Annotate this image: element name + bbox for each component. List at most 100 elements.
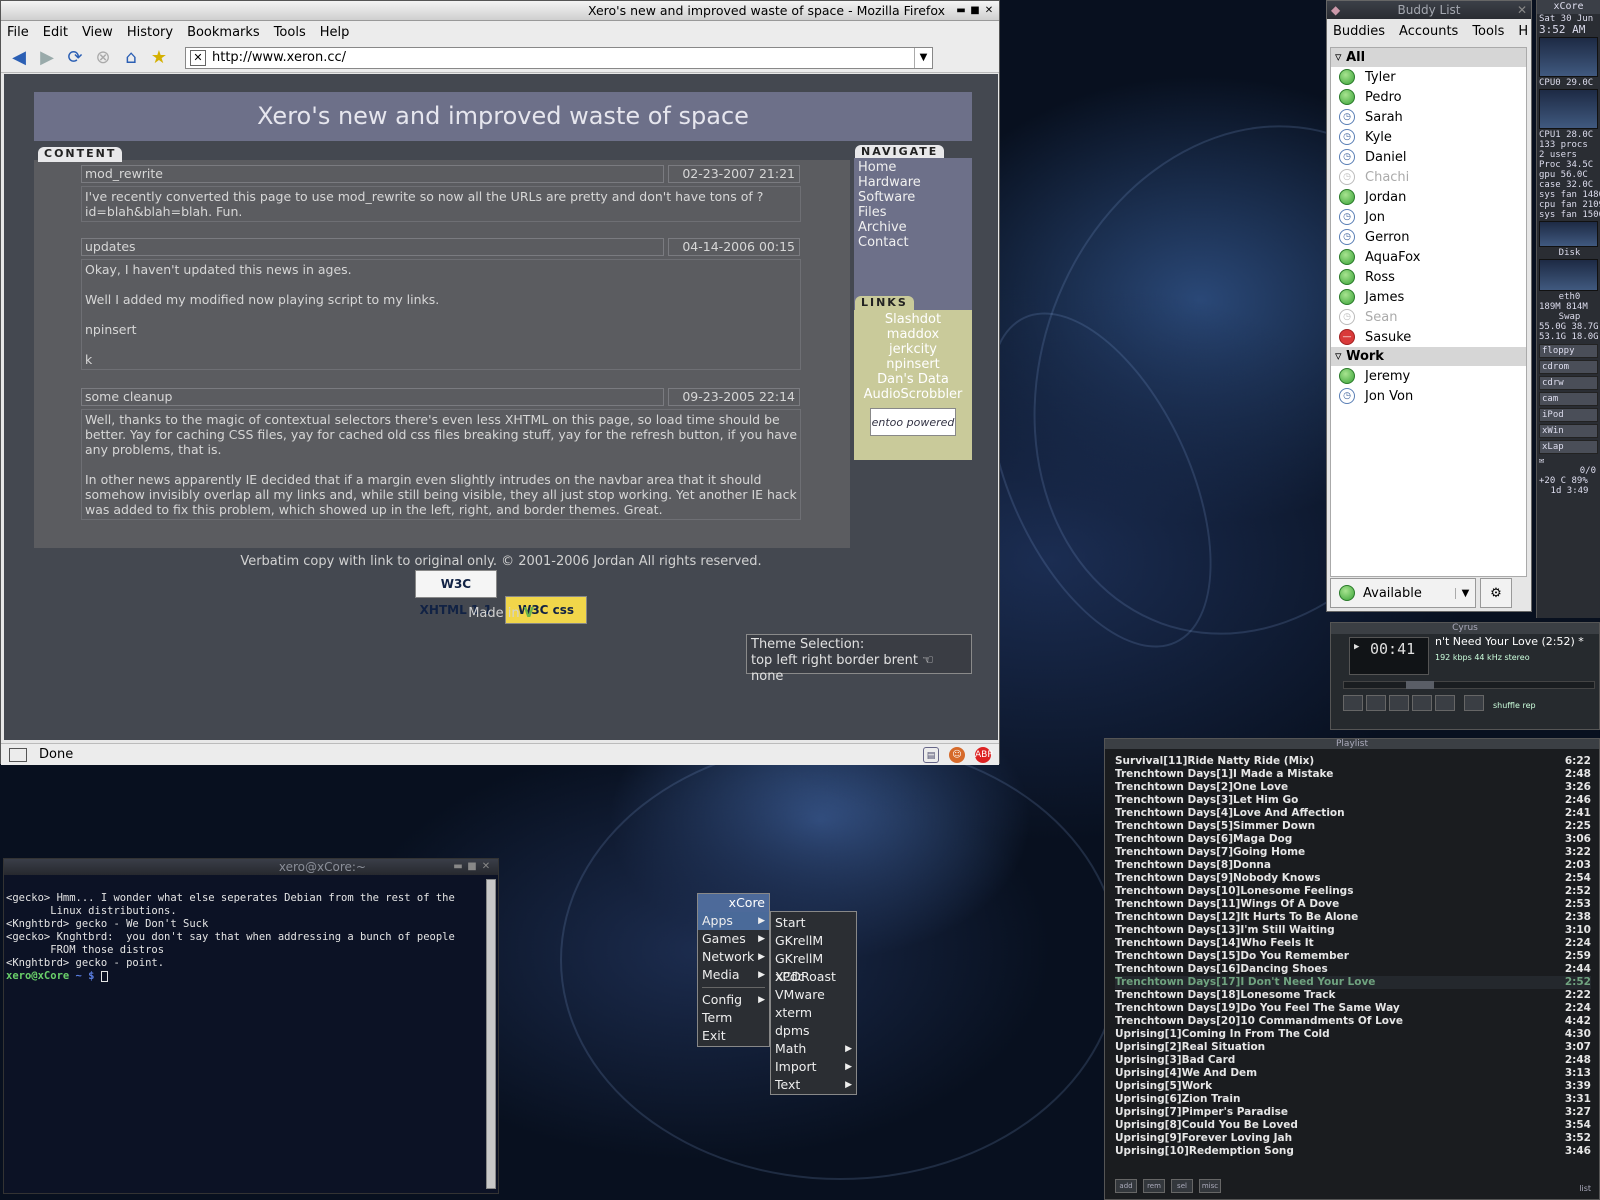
gentoo-badge[interactable]: entoo powered <box>870 408 956 436</box>
menu-help[interactable]: H <box>1518 24 1528 39</box>
theme-none[interactable]: none <box>751 669 783 684</box>
previous-icon[interactable] <box>1343 695 1363 711</box>
buddy-row[interactable]: ◷ Gerron <box>1331 227 1526 247</box>
playlist-track-row[interactable]: Trenchtown Days[13]I'm Still Waiting 3:10 <box>1115 924 1591 937</box>
close-icon[interactable]: ✕ <box>1517 1 1527 19</box>
back-icon[interactable]: ◀ <box>7 47 31 69</box>
theme-options[interactable]: top left right border brent <box>751 653 918 668</box>
mount-cam-button[interactable]: cam <box>1539 392 1598 406</box>
menu-buddies[interactable]: Buddies <box>1333 24 1385 39</box>
url-bar[interactable]: ✕ ▼ <box>185 46 933 69</box>
play-icon[interactable] <box>1366 695 1386 711</box>
buddy-row[interactable]: ◷ Chachi <box>1331 167 1526 187</box>
playlist-track-row[interactable]: Trenchtown Days[4]Love And Affection 2:41 <box>1115 807 1591 820</box>
submenu-item-xterm[interactable]: xterm <box>771 1004 856 1022</box>
nav-link-contact[interactable]: Contact <box>854 235 972 250</box>
menu-bookmarks[interactable]: Bookmarks <box>187 25 260 40</box>
url-input[interactable] <box>212 50 914 65</box>
status-selector[interactable]: Available ▼ <box>1330 578 1476 608</box>
adblock-icon[interactable]: ABP <box>975 746 993 763</box>
submenu-item-xcdroast[interactable]: XCDRoast <box>771 968 856 986</box>
menu-history[interactable]: History <box>127 25 173 40</box>
playlist-track-row[interactable]: Trenchtown Days[14]Who Feels It 2:24 <box>1115 937 1591 950</box>
playlist-misc-button[interactable]: misc <box>1199 1179 1221 1193</box>
playlist-select-button[interactable]: sel <box>1171 1179 1193 1193</box>
buddy-row[interactable]: Tyler <box>1331 67 1526 87</box>
greasemonkey-icon[interactable]: ☺ <box>949 746 965 763</box>
menu-item-network[interactable]: Network ▶ <box>698 948 769 966</box>
playlist-track-row[interactable]: Trenchtown Days[7]Going Home 3:22 <box>1115 846 1591 859</box>
next-icon[interactable] <box>1435 695 1455 711</box>
playlist-track-row[interactable]: Trenchtown Days[17]I Don't Need Your Lov… <box>1115 976 1591 989</box>
playlist-track-row[interactable]: Trenchtown Days[20]10 Commandments Of Lo… <box>1115 1015 1591 1028</box>
playlist-track-row[interactable]: Uprising[3]Bad Card 2:48 <box>1115 1054 1591 1067</box>
link-slashdot[interactable]: Slashdot <box>854 312 972 327</box>
menu-item-config[interactable]: Config ▶ <box>698 991 769 1009</box>
playlist-track-row[interactable]: Trenchtown Days[1]I Made a Mistake 2:48 <box>1115 768 1591 781</box>
submenu-item-text[interactable]: Text ▶ <box>771 1076 856 1094</box>
buddy-row[interactable]: ◷ Kyle <box>1331 127 1526 147</box>
buddy-row[interactable]: Jeremy <box>1331 366 1526 386</box>
mount-xwin-button[interactable]: xWin <box>1539 424 1598 438</box>
terminal-prompt[interactable]: xero@xCore ~ $ <box>6 970 486 983</box>
buddy-row[interactable]: ◷ Jon <box>1331 207 1526 227</box>
menu-item-media[interactable]: Media ▶ <box>698 966 769 984</box>
submenu-item-start[interactable]: Start <box>771 914 856 932</box>
menu-item-games[interactable]: Games ▶ <box>698 930 769 948</box>
eject-icon[interactable] <box>1464 695 1484 711</box>
forward-icon[interactable]: ▶ <box>35 47 59 69</box>
playlist-track-row[interactable]: Trenchtown Days[8]Donna 2:03 <box>1115 859 1591 872</box>
buddy-list-titlebar[interactable]: ◆ Buddy List ✕ <box>1327 1 1531 19</box>
mount-floppy-button[interactable]: floppy <box>1539 344 1598 358</box>
submenu-item-gkrellm-xpdc[interactable]: GKrellM xPdc <box>771 950 856 984</box>
menu-tools[interactable]: Tools <box>1472 24 1504 39</box>
playlist-track-row[interactable]: Uprising[8]Could You Be Loved 3:54 <box>1115 1119 1591 1132</box>
link-dans-data[interactable]: Dan's Data <box>854 372 972 387</box>
seek-bar[interactable] <box>1343 681 1595 689</box>
playlist-track-row[interactable]: Uprising[6]Zion Train 3:31 <box>1115 1093 1591 1106</box>
maximize-icon[interactable]: ■ <box>466 861 478 873</box>
terminal-scrollbar[interactable] <box>486 879 496 1189</box>
playlist-list-button[interactable]: list <box>1579 1184 1591 1193</box>
minimize-icon[interactable]: ▬ <box>452 861 464 873</box>
playlist-remove-button[interactable]: rem <box>1143 1179 1165 1193</box>
group-all[interactable]: ▿ All <box>1331 48 1526 67</box>
submenu-item-gkrellm[interactable]: GKrellM <box>771 932 856 950</box>
playlist-track-row[interactable]: Uprising[10]Redemption Song 3:46 <box>1115 1145 1591 1158</box>
menu-item-apps[interactable]: Apps ▶ <box>698 912 769 930</box>
menu-item-exit[interactable]: Exit <box>698 1027 769 1045</box>
playlist-add-button[interactable]: add <box>1115 1179 1137 1193</box>
minimize-icon[interactable]: ▬ <box>955 5 967 17</box>
buddy-row[interactable]: AquaFox <box>1331 247 1526 267</box>
playlist-track-row[interactable]: Trenchtown Days[3]Let Him Go 2:46 <box>1115 794 1591 807</box>
shuffle-repeat-toggles[interactable]: shuffle rep <box>1493 701 1536 710</box>
menu-file[interactable]: File <box>7 25 29 40</box>
menu-accounts[interactable]: Accounts <box>1399 24 1458 39</box>
playlist-track-row[interactable]: Uprising[2]Real Situation 3:07 <box>1115 1041 1591 1054</box>
link-audioscrobbler[interactable]: AudioScrobbler <box>854 387 972 402</box>
xmms-title[interactable]: Cyrus <box>1331 623 1599 634</box>
menu-view[interactable]: View <box>82 25 113 40</box>
nav-link-hardware[interactable]: Hardware <box>854 175 972 190</box>
mail-envelope-icon[interactable]: ✉ <box>1537 456 1600 466</box>
url-dropdown-icon[interactable]: ▼ <box>914 47 932 68</box>
link-maddox[interactable]: maddox <box>854 327 972 342</box>
playlist-track-row[interactable]: Uprising[7]Pimper's Paradise 3:27 <box>1115 1106 1591 1119</box>
buddy-row[interactable]: Ross <box>1331 267 1526 287</box>
mount-cdrw-button[interactable]: cdrw <box>1539 376 1598 390</box>
buddy-row[interactable]: Jordan <box>1331 187 1526 207</box>
playlist-track-row[interactable]: Uprising[1]Coming In From The Cold 4:30 <box>1115 1028 1591 1041</box>
menu-help[interactable]: Help <box>320 25 350 40</box>
nav-link-software[interactable]: Software <box>854 190 972 205</box>
playlist-track-row[interactable]: Uprising[9]Forever Loving Jah 3:52 <box>1115 1132 1591 1145</box>
close-icon[interactable]: ✕ <box>983 5 995 17</box>
w3c-xhtml-badge[interactable]: W3C XHTML 1.1 <box>414 570 497 617</box>
submenu-item-import[interactable]: Import ▶ <box>771 1058 856 1076</box>
submenu-item-math[interactable]: Math ▶ <box>771 1040 856 1058</box>
playlist-track-row[interactable]: Trenchtown Days[6]Maga Dog 3:06 <box>1115 833 1591 846</box>
stop-icon[interactable] <box>1412 695 1432 711</box>
page-info-icon[interactable]: ▤ <box>923 746 939 763</box>
terminal-window[interactable]: xero@xCore:~ ▬ ■ ✕ <gecko> Hmm... I wond… <box>3 858 499 1194</box>
buddy-row[interactable]: ◷ Jon Von <box>1331 386 1526 406</box>
link-npinsert[interactable]: npinsert <box>854 357 972 372</box>
